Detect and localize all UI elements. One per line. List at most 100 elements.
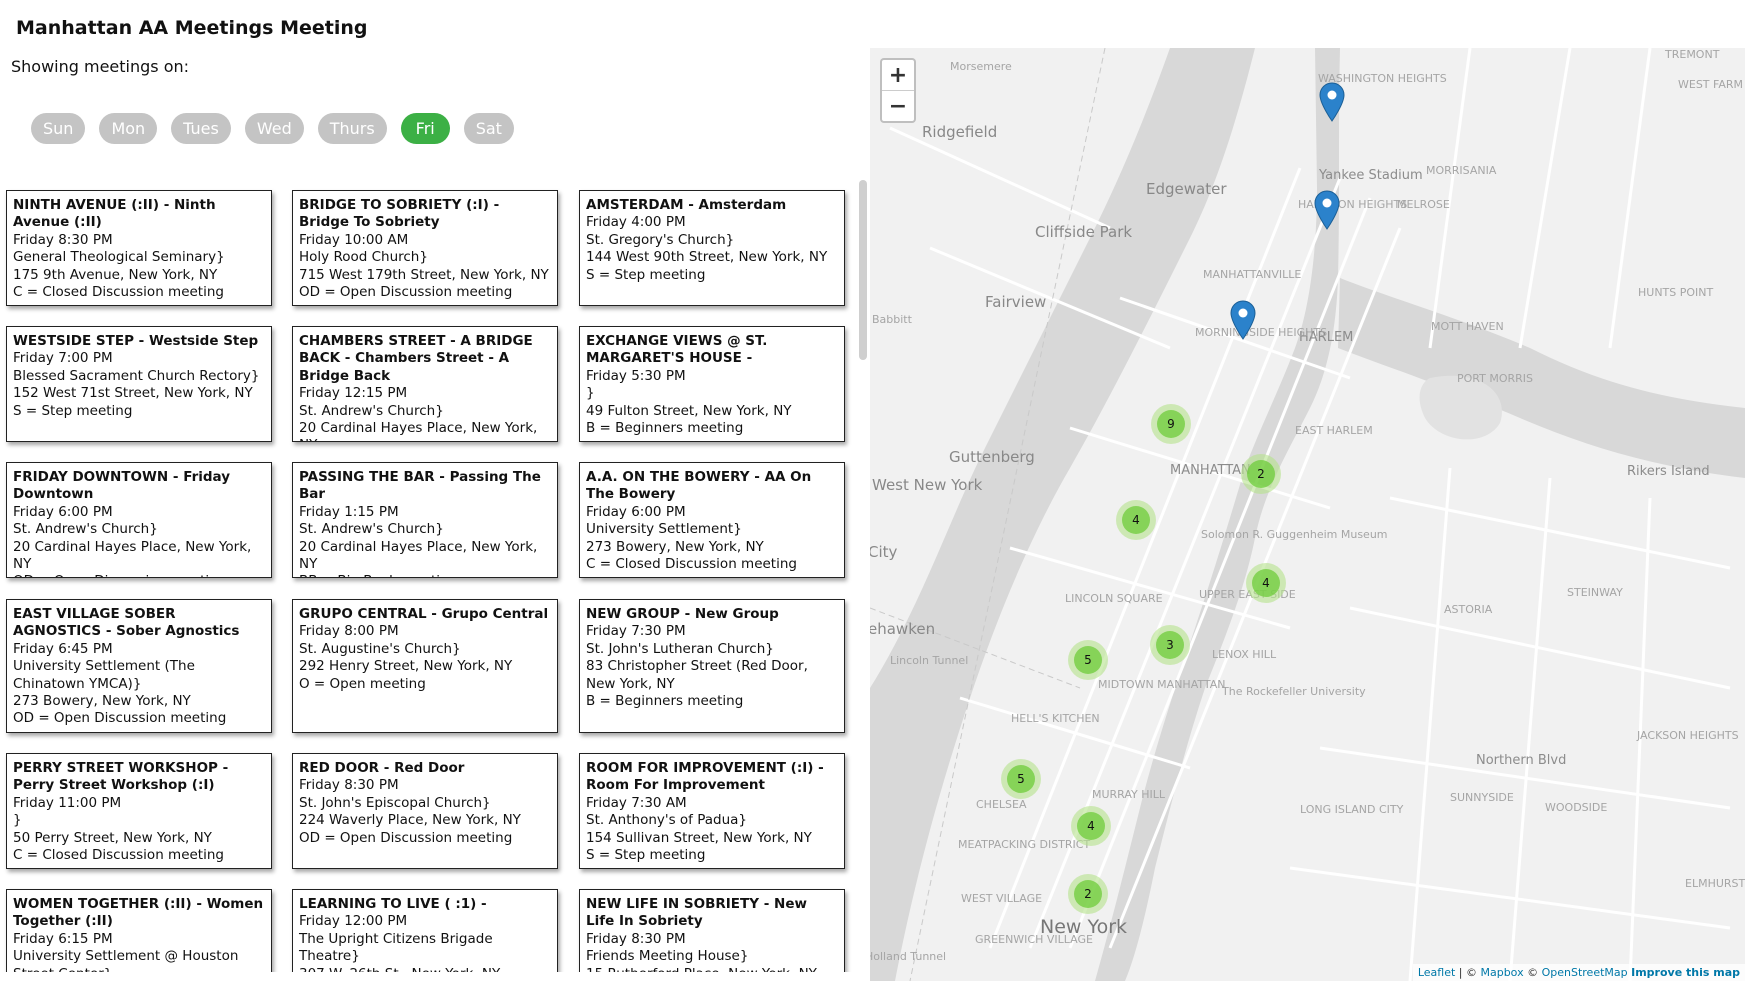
meeting-type: BB = Big Book meeting [299,573,552,577]
meeting-location: University Settlement} [586,521,742,538]
marker-cluster[interactable]: 3 [1150,625,1190,665]
openstreetmap-link[interactable]: OpenStreetMap [1542,966,1628,979]
meeting-location: University Settlement (The Chinatown YMC… [13,658,195,692]
meeting-type: OD = Open Discussion meeting [13,710,227,727]
meeting-title: AMSTERDAM - Amsterdam [586,197,787,213]
meeting-type: S = Step meeting [586,266,706,283]
meeting-title: ROOM FOR IMPROVEMENT (:I) - Room For Imp… [586,760,824,794]
map-place-label: WEST FARM [1678,78,1744,91]
meeting-time: Friday 6:15 PM [13,930,113,947]
meeting-location: St. Andrew's Church} [13,521,158,538]
map-place-label: City [870,543,898,561]
meeting-time: Friday 10:00 AM [299,231,409,248]
meeting-address: 20 Cardinal Hayes Place, New York, NY [299,538,538,573]
meeting-time: Friday 6:45 PM [13,640,113,657]
marker-cluster[interactable]: 2 [1068,874,1108,914]
map-attribution: Leaflet | © Mapbox © OpenStreetMap Impro… [1412,964,1745,981]
meeting-title: EXCHANGE VIEWS @ ST. MARGARET'S HOUSE - [586,333,768,367]
meeting-card[interactable]: NINTH AVENUE (:II) - Ninth Avenue (:II) F… [6,190,272,306]
meeting-type: S = Step meeting [586,847,706,864]
meeting-card[interactable]: WOMEN TOGETHER (:II) - Women Together (:… [6,889,272,972]
map-place-label: MIDTOWN MANHATTAN [1098,678,1226,691]
map-place-label: HUNTS POINT [1638,286,1714,299]
meeting-address: 292 Henry Street, New York, NY [299,658,513,675]
meeting-location: Holy Rood Church} [299,249,428,266]
meeting-card[interactable]: RED DOOR - Red Door Friday 8:30 PM St. Joh… [292,753,558,869]
meeting-time: Friday 12:15 PM [299,385,408,402]
map-place-label: MOTT HAVEN [1431,320,1504,333]
map-place-label: MURRAY HILL [1092,788,1166,801]
page-title: Manhattan AA Meetings Meeting [16,17,368,39]
day-button-wed[interactable]: Wed [244,113,304,144]
marker-cluster[interactable]: 2 [1241,454,1281,494]
mapbox-link[interactable]: Mapbox [1480,966,1523,979]
marker-cluster[interactable]: 5 [1068,640,1108,680]
showing-label: Showing meetings on: [11,57,190,76]
zoom-out-button[interactable]: − [882,90,914,121]
map-place-label: LINCOLN SQUARE [1065,592,1163,605]
marker-cluster[interactable]: 5 [1001,759,1041,799]
meeting-card[interactable]: LEARNING TO LIVE ( :1) - Friday 12:00 PM T… [292,889,558,972]
map-place-label: The Rockefeller University [1222,685,1366,698]
meeting-card[interactable]: NEW LIFE IN SOBRIETY - New Life In Sobri… [579,889,845,972]
meeting-card[interactable]: CHAMBERS STREET - A BRIDGE BACK - Chambe… [292,326,558,442]
meeting-card[interactable]: A.A. ON THE BOWERY - AA On The Bowery Fri… [579,462,845,578]
meeting-card[interactable]: NEW GROUP - New Group Friday 7:30 PM St. J… [579,599,845,733]
meeting-list-scrollbar[interactable] [859,180,867,360]
meeting-card[interactable]: WESTSIDE STEP - Westside Step Friday 7:00… [6,326,272,442]
map-place-label: GREENWICH VILLAGE [975,933,1093,946]
meeting-location: } [13,812,22,829]
meeting-card[interactable]: ROOM FOR IMPROVEMENT (:I) - Room For Imp… [579,753,845,869]
meeting-card[interactable]: PERRY STREET WORKSHOP - Perry Street Wor… [6,753,272,869]
meeting-card[interactable]: PASSING THE BAR - Passing The Bar Friday … [292,462,558,578]
map-place-label: ELMHURST [1685,877,1745,890]
map-marker-icon[interactable] [1229,300,1257,340]
map-place-label: EAST HARLEM [1295,424,1373,437]
day-button-sun[interactable]: Sun [31,113,86,144]
map-place-label: WOODSIDE [1545,801,1608,814]
leaflet-link[interactable]: Leaflet [1418,966,1455,979]
day-button-mon[interactable]: Mon [99,113,158,144]
meeting-time: Friday 7:00 PM [13,350,113,367]
meeting-title: WOMEN TOGETHER (:II) - Women Together (:… [13,896,264,930]
map-place-label: ehawken [870,620,936,638]
map[interactable]: + − Ridgefield Edgewater Cliffside Park Fai… [870,48,1745,981]
map-place-label: Guttenberg [949,448,1035,466]
meeting-type: C = Closed Discussion meeting [586,556,797,573]
marker-cluster[interactable]: 9 [1151,404,1191,444]
marker-cluster[interactable]: 4 [1116,500,1156,540]
meeting-location: St. Anthony's of Padua} [586,812,748,829]
map-place-label: LONG ISLAND CITY [1300,803,1404,816]
meeting-card[interactable]: AMSTERDAM - Amsterdam Friday 4:00 PM St. G… [579,190,845,306]
meeting-time: Friday 8:30 PM [13,231,113,248]
day-button-sat[interactable]: Sat [463,113,514,144]
meeting-card[interactable]: EAST VILLAGE SOBER AGNOSTICS - Sober Agn… [6,599,272,733]
improve-map-link[interactable]: Improve this map [1631,966,1740,979]
meeting-location: Blessed Sacrament Church Rectory} [13,367,260,384]
map-marker-icon[interactable] [1318,82,1346,122]
meeting-title: GRUPO CENTRAL - Grupo Central [299,606,549,622]
day-button-tues[interactable]: Tues [171,113,231,144]
meeting-card[interactable]: EXCHANGE VIEWS @ ST. MARGARET'S HOUSE -F… [579,326,845,442]
day-button-thurs[interactable]: Thurs [317,113,387,144]
meeting-address: 224 Waverly Place, New York, NY [299,812,521,829]
cluster-count: 4 [1122,506,1150,534]
meeting-card[interactable]: FRIDAY DOWNTOWN - Friday Downtown Friday … [6,462,272,578]
meeting-list[interactable]: NINTH AVENUE (:II) - Ninth Avenue (:II) F… [0,180,858,972]
meeting-card[interactable]: BRIDGE TO SOBRIETY (:I) - Bridge To Sobr… [292,190,558,306]
cluster-count: 2 [1074,880,1102,908]
day-button-fri[interactable]: Fri [400,113,450,144]
zoom-in-button[interactable]: + [882,60,914,90]
meeting-location: St. Gregory's Church} [586,231,735,248]
marker-cluster[interactable]: 4 [1246,563,1286,603]
marker-cluster[interactable]: 4 [1071,806,1111,846]
meeting-type: C = Closed Discussion meeting [13,284,224,301]
map-marker-icon[interactable] [1313,190,1341,230]
meeting-address: 175 9th Avenue, New York, NY [13,266,218,283]
map-place-label: Edgewater [1146,180,1227,198]
meeting-address: 20 Cardinal Hayes Place, New York, NY [299,420,538,441]
meeting-card[interactable]: GRUPO CENTRAL - Grupo Central Friday 8:00… [292,599,558,733]
meeting-location: St. Augustine's Church} [299,640,461,657]
map-place-label: MORRISANIA [1426,164,1497,177]
meeting-address: 83 Christopher Street (Red Door, New Yor… [586,658,808,692]
